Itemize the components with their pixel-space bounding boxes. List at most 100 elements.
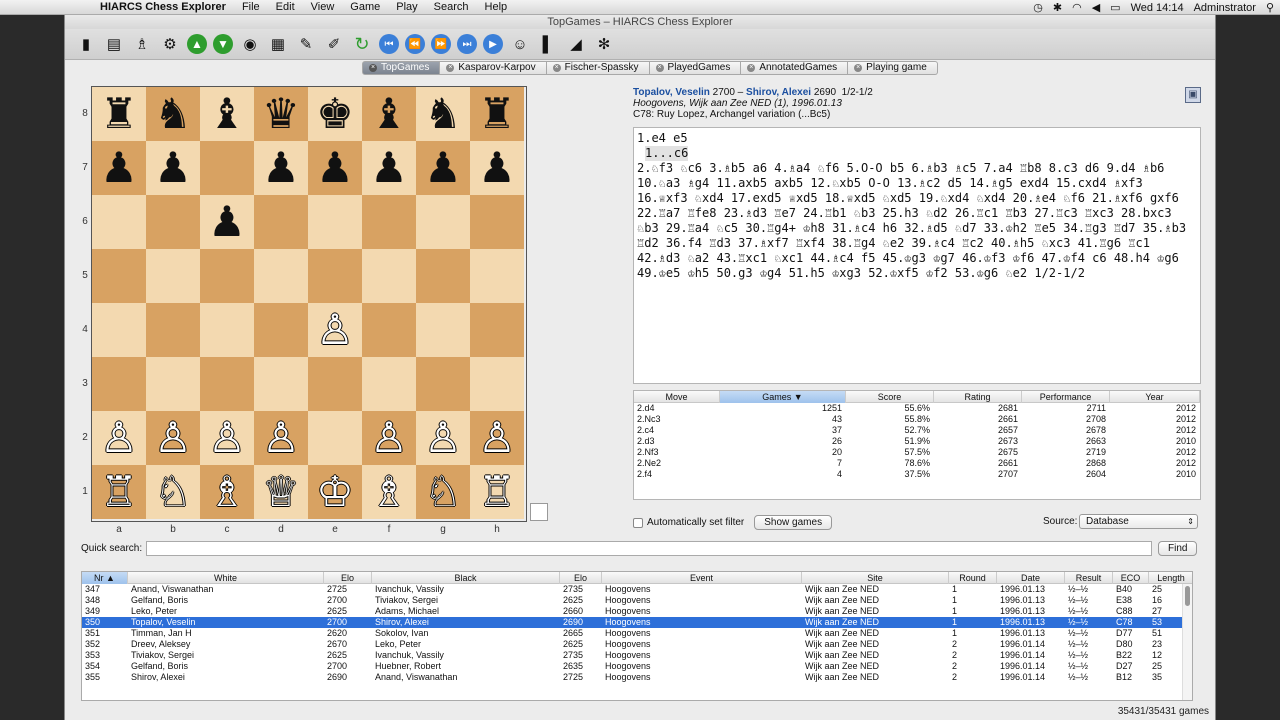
col-games[interactable]: Games ▼ xyxy=(720,391,846,403)
chess-board[interactable]: ♜ ♞ ♝ ♛ ♚ ♝ ♞ ♜ ♟ ♟ ♟ ♟ ♟ ♟ ♟ ♟ ♙ ♙ ♙ ♙ ♙ ♙ ♙ ♙ ♖ ♘ ♗ ♕ ♔ ♗ ♘ ♖ xyxy=(91,86,527,522)
square-a7[interactable]: ♟ xyxy=(92,141,146,195)
square-g1[interactable]: ♘ xyxy=(416,465,470,519)
square-b3[interactable] xyxy=(146,357,200,411)
menu-search[interactable]: Search xyxy=(434,1,469,13)
col-score[interactable]: Score xyxy=(846,391,934,403)
square-g3[interactable] xyxy=(416,357,470,411)
notation-variation[interactable]: 1...c6 xyxy=(645,146,689,161)
open-database-icon[interactable]: ▤ xyxy=(103,33,125,55)
book-icon[interactable]: ▌ xyxy=(537,33,559,55)
board-icon[interactable]: ▦ xyxy=(267,33,289,55)
square-a1[interactable]: ♖ xyxy=(92,465,146,519)
col-year[interactable]: Year xyxy=(1110,391,1200,403)
square-e5[interactable] xyxy=(308,249,362,303)
opening-stats-row[interactable]: 2.d4 1251 55.6% 2681 2711 2012 xyxy=(634,403,1200,414)
opening-stats-row[interactable]: 2.Nc3 43 55.8% 2661 2708 2012 xyxy=(634,414,1200,425)
table-row[interactable]: 348 Gelfand, Boris 2700 Tiviakov, Sergei 262… xyxy=(82,595,1192,606)
notes-icon[interactable]: ✐ xyxy=(323,33,345,55)
square-e3[interactable] xyxy=(308,357,362,411)
games-scrollbar[interactable] xyxy=(1182,584,1192,700)
square-a5[interactable] xyxy=(92,249,146,303)
square-c7[interactable] xyxy=(200,141,254,195)
square-h5[interactable] xyxy=(470,249,524,303)
col-result[interactable]: Result xyxy=(1065,572,1113,584)
col-date[interactable]: Date xyxy=(997,572,1065,584)
battery-icon[interactable]: ▭ xyxy=(1110,1,1120,14)
square-b2[interactable]: ♙ xyxy=(146,411,200,465)
square-g4[interactable] xyxy=(416,303,470,357)
col-performance[interactable]: Performance xyxy=(1022,391,1110,403)
new-game-icon[interactable]: ▮ xyxy=(75,33,97,55)
square-d3[interactable] xyxy=(254,357,308,411)
table-row[interactable]: 354 Gelfand, Boris 2700 Huebner, Robert 2635… xyxy=(82,661,1192,672)
opening-stats-row[interactable]: 2.d3 26 51.9% 2673 2663 2010 xyxy=(634,436,1200,447)
square-e6[interactable] xyxy=(308,195,362,249)
menu-app-name[interactable]: HIARCS Chess Explorer xyxy=(100,1,226,13)
tab-fischer-spassky[interactable]: × Fischer-Spassky xyxy=(546,61,650,75)
pencil-icon[interactable]: ✎ xyxy=(295,33,317,55)
square-a6[interactable] xyxy=(92,195,146,249)
auto-filter-checkbox[interactable] xyxy=(633,517,643,528)
col-site[interactable]: Site xyxy=(802,572,949,584)
square-d6[interactable] xyxy=(254,195,308,249)
col-rating[interactable]: Rating xyxy=(934,391,1022,403)
square-b8[interactable]: ♞ xyxy=(146,87,200,141)
menu-play[interactable]: Play xyxy=(396,1,417,13)
square-f1[interactable]: ♗ xyxy=(362,465,416,519)
table-row[interactable]: 351 Timman, Jan H 2620 Sokolov, Ivan 2665 Hoo… xyxy=(82,628,1192,639)
square-g7[interactable]: ♟ xyxy=(416,141,470,195)
square-e7[interactable]: ♟ xyxy=(308,141,362,195)
col-black-elo[interactable]: Elo xyxy=(560,572,602,584)
user-menu[interactable]: Adminstrator xyxy=(1194,2,1256,14)
table-row[interactable]: 350 Topalov, Veselin 2700 Shirov, Alexei 269… xyxy=(82,617,1192,628)
opening-stats-row[interactable]: 2.c4 37 52.7% 2657 2678 2012 xyxy=(634,425,1200,436)
square-d2[interactable]: ♙ xyxy=(254,411,308,465)
square-f2[interactable]: ♙ xyxy=(362,411,416,465)
tab-kasparov-karpov[interactable]: × Kasparov-Karpov xyxy=(440,61,547,75)
square-f7[interactable]: ♟ xyxy=(362,141,416,195)
first-move-icon[interactable]: ⏮ xyxy=(379,34,399,54)
square-h2[interactable]: ♙ xyxy=(470,411,524,465)
square-f5[interactable] xyxy=(362,249,416,303)
piece-setup-icon[interactable]: ♗ xyxy=(131,33,153,55)
menu-view[interactable]: View xyxy=(311,1,335,13)
square-g8[interactable]: ♞ xyxy=(416,87,470,141)
square-d8[interactable]: ♛ xyxy=(254,87,308,141)
notation-first-line[interactable]: 1.e4 e5 xyxy=(637,131,688,145)
square-b4[interactable] xyxy=(146,303,200,357)
notation-moves[interactable]: 2.♘f3 ♘c6 3.♗b5 a6 4.♗a4 ♘f6 5.O-O b5 6.… xyxy=(637,161,1193,280)
square-g5[interactable] xyxy=(416,249,470,303)
square-a3[interactable] xyxy=(92,357,146,411)
forward-move-icon[interactable]: ⏩ xyxy=(431,34,451,54)
previous-game-icon[interactable]: ▲ xyxy=(187,34,207,54)
square-b6[interactable] xyxy=(146,195,200,249)
square-d4[interactable] xyxy=(254,303,308,357)
show-games-button[interactable]: Show games xyxy=(754,515,833,530)
next-game-icon[interactable]: ▼ xyxy=(213,34,233,54)
table-row[interactable]: 355 Shirov, Alexei 2690 Anand, Viswanathan 2… xyxy=(82,672,1192,683)
table-row[interactable]: 347 Anand, Viswanathan 2725 Ivanchuk, Vassi… xyxy=(82,584,1192,595)
close-tab-icon[interactable]: × xyxy=(446,64,455,72)
square-c2[interactable]: ♙ xyxy=(200,411,254,465)
col-move[interactable]: Move xyxy=(634,391,720,403)
tab-annotatedgames[interactable]: × AnnotatedGames xyxy=(741,61,849,75)
square-g6[interactable] xyxy=(416,195,470,249)
opening-stats-row[interactable]: 2.Nf3 20 57.5% 2675 2719 2012 xyxy=(634,447,1200,458)
square-a2[interactable]: ♙ xyxy=(92,411,146,465)
tab-playing-game[interactable]: × Playing game xyxy=(848,61,938,75)
square-f6[interactable] xyxy=(362,195,416,249)
square-c3[interactable] xyxy=(200,357,254,411)
square-e8[interactable]: ♚ xyxy=(308,87,362,141)
find-button[interactable]: Find xyxy=(1158,541,1198,556)
square-d7[interactable]: ♟ xyxy=(254,141,308,195)
refresh-icon[interactable]: ↻ xyxy=(351,33,373,55)
tab-topgames[interactable]: × TopGames xyxy=(362,61,441,75)
opening-stats-row[interactable]: 2.f4 4 37.5% 2707 2604 2010 xyxy=(634,469,1200,480)
close-tab-icon[interactable]: × xyxy=(552,64,561,72)
square-b5[interactable] xyxy=(146,249,200,303)
clock[interactable]: Wed 14:14 xyxy=(1131,2,1184,14)
square-h3[interactable] xyxy=(470,357,524,411)
col-length[interactable]: Length xyxy=(1149,572,1192,584)
col-event[interactable]: Event xyxy=(602,572,802,584)
square-e1[interactable]: ♔ xyxy=(308,465,362,519)
